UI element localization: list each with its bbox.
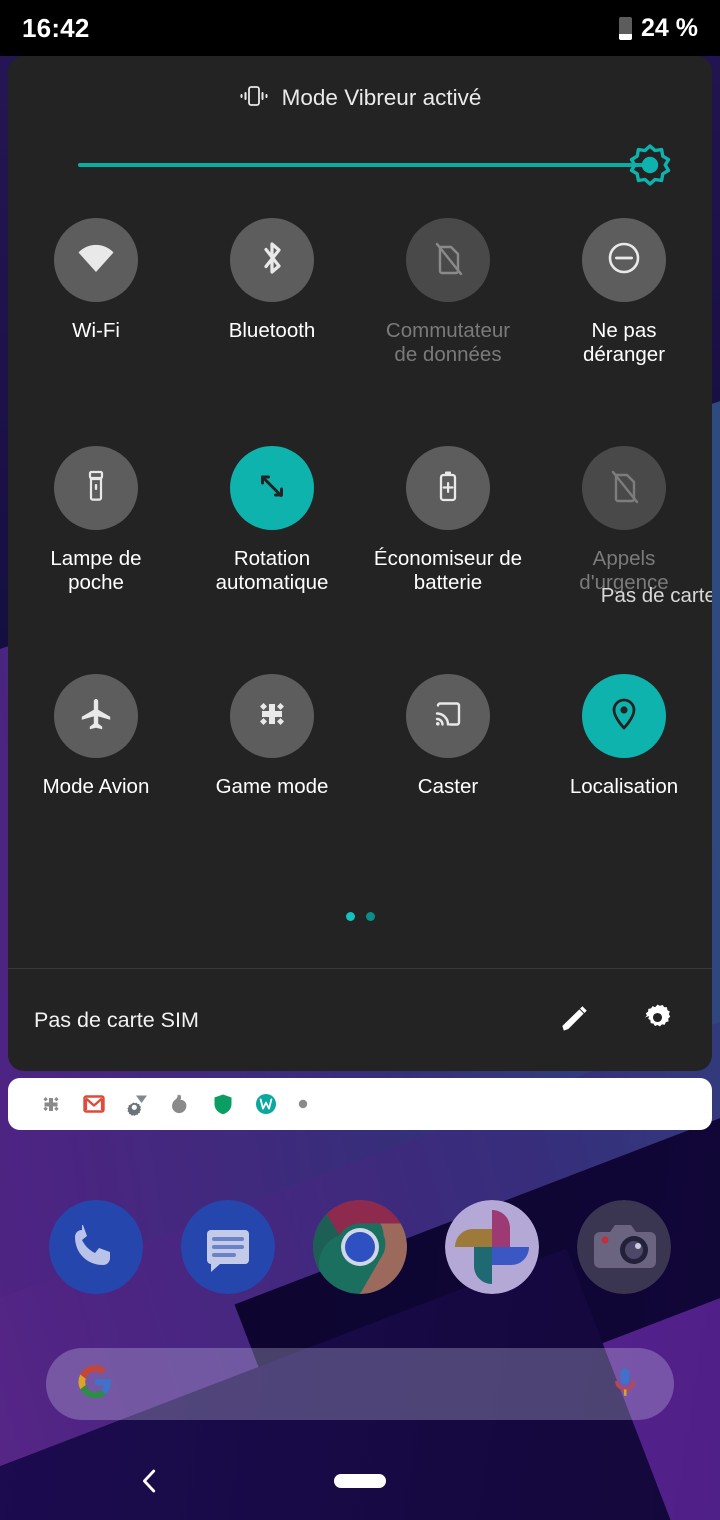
airplane-icon	[74, 692, 118, 741]
gamepad-icon	[250, 692, 294, 741]
tile-label: Ne pas déranger	[582, 319, 666, 366]
tile-wifi[interactable]: Wi-Fi	[8, 204, 184, 432]
tile-emergency-calls[interactable]: Appels d'urgence Pas de carte SIM	[536, 432, 712, 660]
tile-icon-background	[582, 446, 666, 530]
microphone-icon[interactable]	[608, 1365, 642, 1404]
cast-icon	[426, 692, 470, 741]
tile-location[interactable]: Localisation	[536, 660, 712, 888]
sim-off-icon	[602, 464, 646, 513]
quick-settings-pager[interactable]	[8, 912, 712, 921]
tile-icon-background	[406, 446, 490, 530]
shield-notification-icon[interactable]	[210, 1091, 236, 1117]
edit-tiles-button[interactable]	[546, 993, 600, 1047]
tile-label: Rotation automatique	[215, 547, 329, 594]
battery-percent-label: 24 %	[641, 13, 698, 42]
google-search-bar[interactable]	[46, 1348, 674, 1420]
more-notifications-dot-icon[interactable]	[296, 1097, 310, 1111]
ringer-mode-header[interactable]: Mode Vibreur activé	[8, 56, 712, 140]
tile-icon-background	[582, 674, 666, 758]
tile-label: Lampe de poche	[50, 547, 142, 594]
flashlight-icon	[74, 464, 118, 513]
pencil-icon	[557, 1002, 589, 1039]
pager-dot-2[interactable]	[365, 912, 375, 921]
status-right-cluster: 24 %	[619, 14, 698, 43]
tile-battery-saver[interactable]: Économiseur de batterie	[360, 432, 536, 660]
tile-do-not-disturb[interactable]: Ne pas déranger	[536, 204, 712, 432]
tile-label: Game mode	[215, 775, 329, 798]
tile-flashlight[interactable]: Lampe de poche	[8, 432, 184, 660]
tile-icon-background	[582, 218, 666, 302]
brightness-slider[interactable]	[78, 140, 671, 190]
tile-label: Wi-Fi	[72, 319, 120, 342]
gmail-notification-icon[interactable]	[81, 1091, 107, 1117]
tile-icon-background	[54, 218, 138, 302]
do-not-disturb-icon	[602, 236, 646, 285]
tile-auto-rotate[interactable]: Rotation automatique	[184, 432, 360, 660]
tile-icon-background	[230, 674, 314, 758]
battery-saver-icon	[426, 464, 470, 513]
gear-icon	[641, 1001, 674, 1039]
tile-icon-background	[230, 218, 314, 302]
tile-label: Commutateur de données	[385, 319, 511, 366]
tile-label: Mode Avion	[42, 775, 150, 798]
chrome-app-icon[interactable]	[313, 1200, 407, 1294]
navigation-bar	[0, 1442, 720, 1520]
tile-bluetooth[interactable]: Bluetooth	[184, 204, 360, 432]
status-clock: 16:42	[22, 12, 90, 43]
notification-icon-bar[interactable]	[8, 1078, 712, 1130]
messages-app-icon[interactable]	[181, 1200, 275, 1294]
brightness-sun-icon[interactable]	[628, 143, 672, 187]
wifi-icon	[74, 236, 118, 285]
tile-icon-background	[230, 446, 314, 530]
tile-label: Économiseur de batterie	[373, 547, 523, 594]
brightness-track	[78, 163, 650, 167]
auto-rotate-icon	[250, 464, 294, 513]
tile-airplane-mode[interactable]: Mode Avion	[8, 660, 184, 888]
tile-icon-background	[54, 446, 138, 530]
vibrate-icon	[239, 85, 269, 112]
sim-off-icon	[426, 236, 470, 285]
firefox-notification-icon[interactable]	[167, 1091, 193, 1117]
bluetooth-icon	[250, 236, 294, 285]
settings-button[interactable]	[630, 993, 684, 1047]
tile-cast[interactable]: Caster	[360, 660, 536, 888]
back-chevron-icon[interactable]	[128, 1459, 172, 1503]
settings-wifi-notification-icon[interactable]	[124, 1091, 150, 1117]
tile-icon-background	[406, 674, 490, 758]
photos-app-icon[interactable]	[445, 1200, 539, 1294]
tile-label: Localisation	[569, 775, 679, 798]
ringer-mode-label: Mode Vibreur activé	[281, 85, 482, 110]
camera-app-icon[interactable]	[577, 1200, 671, 1294]
tile-data-switcher[interactable]: Commutateur de données	[360, 204, 536, 432]
google-g-icon	[78, 1364, 112, 1404]
battery-icon	[619, 16, 633, 40]
battery-fill	[619, 33, 633, 40]
whatsapp-w-notification-icon[interactable]	[253, 1091, 279, 1117]
location-pin-icon	[602, 692, 646, 741]
quick-settings-footer: Pas de carte SIM	[8, 968, 712, 1071]
quick-settings-tiles: Wi-Fi Bluetooth Commutateur de données N…	[8, 204, 712, 888]
tile-icon-background	[406, 218, 490, 302]
quick-settings-panel: Mode Vibreur activé Wi-Fi Bluetooth Comm…	[8, 56, 712, 1071]
tile-game-mode[interactable]: Game mode	[184, 660, 360, 888]
tile-label: Caster	[417, 775, 479, 798]
gamepad-notification-icon[interactable]	[38, 1091, 64, 1117]
phone-app-icon[interactable]	[49, 1200, 143, 1294]
status-bar: 16:42 24 %	[0, 0, 720, 56]
tile-icon-background	[54, 674, 138, 758]
pager-dot-1[interactable]	[345, 912, 355, 921]
home-pill-icon[interactable]	[334, 1474, 386, 1488]
tile-label: Bluetooth	[228, 319, 316, 342]
carrier-label: Pas de carte SIM	[34, 1007, 199, 1032]
dock	[0, 1192, 720, 1302]
tile-sublabel: Pas de carte SIM	[600, 584, 712, 607]
